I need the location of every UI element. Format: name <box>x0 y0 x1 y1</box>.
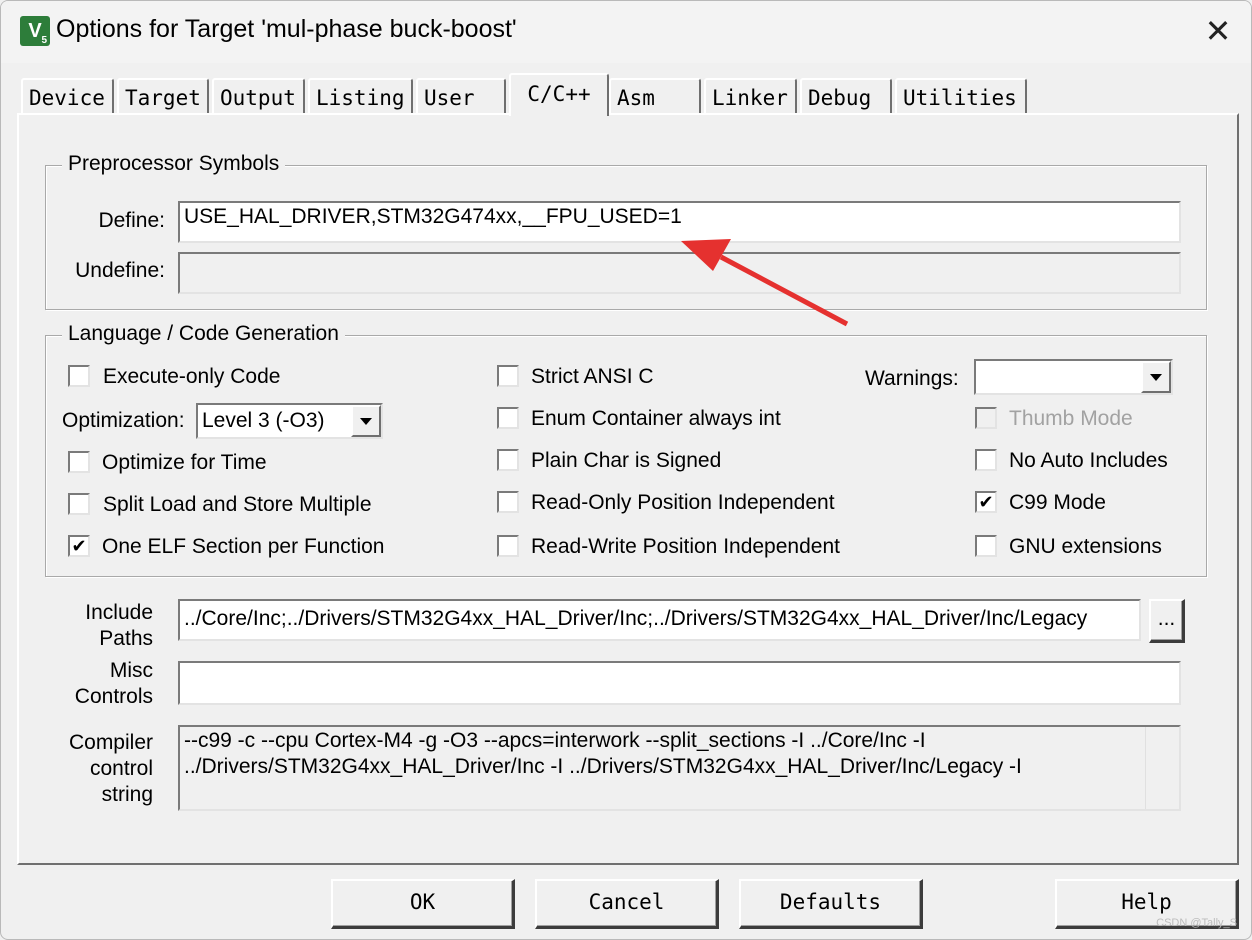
warnings-label: Warnings: <box>865 367 959 390</box>
compiler-string-scrollbar[interactable] <box>1145 727 1179 809</box>
split-load-label: Split Load and Store Multiple <box>103 493 372 516</box>
tab-linker[interactable]: Linker <box>704 78 797 114</box>
gnu-extensions-checkbox[interactable] <box>975 535 997 557</box>
execute-only-checkbox[interactable] <box>68 365 90 387</box>
compiler-string-label-line1: Compiler <box>68 731 153 754</box>
language-group-title: Language / Code Generation <box>62 322 345 346</box>
compiler-string-label-line2: control <box>89 757 153 780</box>
misc-controls-input[interactable] <box>178 661 1181 705</box>
tab-listing[interactable]: Listing <box>308 78 413 114</box>
undefine-input[interactable] <box>178 252 1181 294</box>
tab-utilities[interactable]: Utilities <box>895 78 1027 114</box>
include-paths-input[interactable]: ../Core/Inc;../Drivers/STM32G4xx_HAL_Dri… <box>178 599 1141 641</box>
gnu-extensions-label: GNU extensions <box>1009 535 1162 558</box>
tab-output[interactable]: Output <box>212 78 305 114</box>
enum-container-checkbox[interactable] <box>497 407 519 429</box>
compiler-string-line1: --c99 -c --cpu Cortex-M4 -g -O3 --apcs=i… <box>184 729 926 752</box>
tab-user[interactable]: User <box>416 78 506 114</box>
tab-debug[interactable]: Debug <box>800 78 892 114</box>
define-input[interactable]: USE_HAL_DRIVER,STM32G474xx,__FPU_USED=1 <box>178 201 1181 243</box>
enum-container-label: Enum Container always int <box>531 407 781 430</box>
rw-pi-label: Read-Write Position Independent <box>531 535 840 558</box>
misc-controls-label-line1: Misc <box>109 659 153 682</box>
compiler-string-label-line3: string <box>101 783 153 806</box>
no-auto-includes-checkbox[interactable] <box>975 449 997 471</box>
tab-asm[interactable]: Asm <box>609 78 701 114</box>
include-paths-label-line1: Include <box>85 601 153 624</box>
chevron-down-icon[interactable] <box>1141 361 1171 393</box>
define-label: Define: <box>98 209 165 232</box>
optimization-label: Optimization: <box>62 409 185 432</box>
preprocessor-group-title: Preprocessor Symbols <box>62 152 286 176</box>
c99-mode-checkbox[interactable]: ✔ <box>975 491 997 513</box>
watermark: CSDN @Tally_S <box>1156 917 1237 929</box>
rw-pi-checkbox[interactable] <box>497 535 519 557</box>
strict-ansi-checkbox[interactable] <box>497 365 519 387</box>
execute-only-label: Execute-only Code <box>103 365 281 388</box>
defaults-button[interactable]: Defaults <box>739 879 923 929</box>
close-icon[interactable]: ✕ <box>1183 1 1251 63</box>
options-dialog: V 5 Options for Target 'mul-phase buck-b… <box>0 0 1252 940</box>
ro-pi-checkbox[interactable] <box>497 491 519 513</box>
chevron-down-icon[interactable] <box>351 405 381 437</box>
include-paths-label-line2: Paths <box>99 627 153 650</box>
misc-controls-label-line2: Controls <box>74 685 153 708</box>
compiler-string-line2: ../Drivers/STM32G4xx_HAL_Driver/Inc -I .… <box>184 755 1022 778</box>
app-icon-letter: V <box>28 20 42 42</box>
split-load-checkbox[interactable] <box>68 493 90 515</box>
ro-pi-label: Read-Only Position Independent <box>531 491 835 514</box>
plain-char-checkbox[interactable] <box>497 449 519 471</box>
one-elf-checkbox[interactable]: ✔ <box>68 535 90 557</box>
ok-button[interactable]: OK <box>331 879 515 929</box>
optimize-time-label: Optimize for Time <box>102 451 267 474</box>
no-auto-includes-label: No Auto Includes <box>1009 449 1168 472</box>
tab-device[interactable]: Device <box>21 78 114 114</box>
keil-app-icon: V 5 <box>20 16 50 46</box>
warnings-select[interactable] <box>974 359 1173 395</box>
thumb-mode-label: Thumb Mode <box>1009 407 1133 430</box>
undefine-label: Undefine: <box>75 259 165 282</box>
thumb-mode-checkbox <box>975 407 997 429</box>
compiler-control-string: --c99 -c --cpu Cortex-M4 -g -O3 --apcs=i… <box>178 725 1181 811</box>
tab-c-cpp[interactable]: C/C++ <box>509 73 609 116</box>
strict-ansi-label: Strict ANSI C <box>531 365 654 388</box>
app-icon-sub: 5 <box>41 35 47 46</box>
optimization-select[interactable]: Level 3 (-O3) <box>196 403 383 439</box>
title-bar: V 5 Options for Target 'mul-phase buck-b… <box>1 1 1251 63</box>
c99-mode-label: C99 Mode <box>1009 491 1106 514</box>
window-title: Options for Target 'mul-phase buck-boost… <box>56 15 517 43</box>
cancel-button[interactable]: Cancel <box>535 879 719 929</box>
optimization-value: Level 3 (-O3) <box>202 409 325 432</box>
browse-include-button[interactable]: ... <box>1149 599 1185 643</box>
plain-char-label: Plain Char is Signed <box>531 449 722 472</box>
tab-target[interactable]: Target <box>117 78 209 114</box>
one-elf-label: One ELF Section per Function <box>102 535 385 558</box>
optimize-time-checkbox[interactable] <box>68 451 90 473</box>
